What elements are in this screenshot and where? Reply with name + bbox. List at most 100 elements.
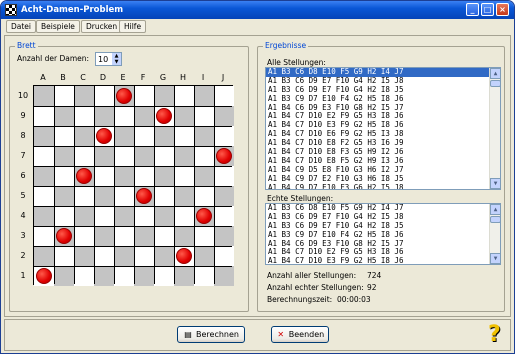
board-square[interactable] [114, 266, 134, 286]
board-square[interactable] [94, 226, 114, 246]
board-square[interactable] [94, 166, 114, 186]
board-square[interactable] [174, 146, 194, 166]
scroll-down-icon[interactable]: ▼ [490, 253, 500, 264]
board-square[interactable] [154, 206, 174, 226]
board-square[interactable] [74, 86, 94, 106]
board-square[interactable] [114, 106, 134, 126]
board-square[interactable] [134, 206, 154, 226]
queen-g9[interactable] [155, 107, 172, 124]
board-square[interactable] [154, 126, 174, 146]
title-bar[interactable]: Acht-Damen-Problem _ □ × [1, 1, 514, 19]
board-square[interactable] [34, 86, 54, 106]
board-square[interactable] [174, 126, 194, 146]
menu-drucken[interactable]: Drucken [81, 20, 123, 33]
board-square[interactable] [114, 146, 134, 166]
board-square[interactable] [54, 126, 74, 146]
board-square[interactable] [194, 126, 214, 146]
board-square[interactable] [114, 206, 134, 226]
board-square[interactable] [94, 266, 114, 286]
board-square[interactable] [94, 146, 114, 166]
scroll-thumb[interactable] [490, 80, 500, 87]
board-square[interactable] [74, 146, 94, 166]
board-square[interactable] [154, 226, 174, 246]
board-square[interactable] [134, 106, 154, 126]
board-square[interactable] [174, 206, 194, 226]
board-square[interactable] [74, 246, 94, 266]
minimize-button[interactable]: _ [466, 3, 479, 16]
board-square[interactable] [174, 86, 194, 106]
board-square[interactable] [34, 146, 54, 166]
menu-hilfe[interactable]: Hilfe [119, 20, 147, 33]
board-square[interactable] [174, 266, 194, 286]
board-square[interactable] [194, 166, 214, 186]
spinner-down-icon[interactable]: ▼ [112, 59, 121, 65]
board-square[interactable] [154, 266, 174, 286]
alle-stellungen-list[interactable]: A1 B3 C6 D8 E10 F5 G9 H2 I4 J7 A1 B3 C6 D… [265, 67, 501, 190]
board-square[interactable] [94, 246, 114, 266]
board-square[interactable] [154, 146, 174, 166]
queen-a1[interactable] [35, 267, 52, 284]
board-square[interactable] [34, 106, 54, 126]
board-square[interactable] [154, 166, 174, 186]
board-square[interactable] [174, 226, 194, 246]
board-square[interactable] [114, 226, 134, 246]
queen-i4[interactable] [195, 207, 212, 224]
board-square[interactable] [114, 166, 134, 186]
board-square[interactable] [54, 186, 74, 206]
board-square[interactable] [194, 86, 214, 106]
anzahl-damen-spinner[interactable]: 10 ▲ ▼ [95, 52, 122, 66]
board-square[interactable] [54, 206, 74, 226]
board-square[interactable] [114, 246, 134, 266]
board-square[interactable] [114, 126, 134, 146]
list-item[interactable]: A1 B4 C7 D10 E3 F9 G2 H5 I8 J6 [266, 256, 500, 264]
board-square[interactable] [174, 186, 194, 206]
board-square[interactable] [74, 226, 94, 246]
board-square[interactable] [34, 206, 54, 226]
board-square[interactable] [174, 106, 194, 126]
board-square[interactable] [134, 146, 154, 166]
queen-e10[interactable] [115, 87, 132, 104]
board-square[interactable] [134, 246, 154, 266]
board-square[interactable] [214, 266, 234, 286]
echte-stellungen-list[interactable]: A1 B3 C6 D8 E10 F5 G9 H2 I4 J7 A1 B3 C6 D… [265, 203, 501, 265]
board-square[interactable] [194, 266, 214, 286]
board-square[interactable] [74, 266, 94, 286]
close-window-button[interactable]: × [496, 3, 509, 16]
board-square[interactable] [34, 126, 54, 146]
board-square[interactable] [74, 206, 94, 226]
board-square[interactable] [54, 106, 74, 126]
board-square[interactable] [54, 246, 74, 266]
board-square[interactable] [34, 166, 54, 186]
board-square[interactable] [74, 126, 94, 146]
berechnen-button[interactable]: ▤ Berechnen [177, 326, 245, 343]
board-square[interactable] [94, 86, 114, 106]
board-square[interactable] [154, 86, 174, 106]
board-square[interactable] [194, 146, 214, 166]
queen-c6[interactable] [75, 167, 92, 184]
board-square[interactable] [134, 166, 154, 186]
board-square[interactable] [214, 246, 234, 266]
echte-scrollbar[interactable]: ▲ ▼ [489, 204, 500, 264]
list-item[interactable]: A1 B4 C9 D7 E10 F3 G6 H2 I5 J8 [266, 183, 500, 189]
board-square[interactable] [194, 106, 214, 126]
board-square[interactable] [34, 186, 54, 206]
queen-f5[interactable] [135, 187, 152, 204]
beenden-button[interactable]: ✕ Beenden [271, 326, 329, 343]
board-square[interactable] [94, 206, 114, 226]
board-square[interactable] [154, 246, 174, 266]
board-square[interactable] [134, 226, 154, 246]
board-square[interactable] [214, 106, 234, 126]
board-square[interactable] [174, 166, 194, 186]
board-square[interactable] [54, 166, 74, 186]
board-square[interactable] [154, 186, 174, 206]
board-square[interactable] [54, 266, 74, 286]
board-square[interactable] [194, 186, 214, 206]
scroll-thumb[interactable] [490, 216, 500, 223]
board-square[interactable] [134, 126, 154, 146]
board-square[interactable] [94, 186, 114, 206]
menu-beispiele[interactable]: Beispiele [36, 20, 80, 33]
board-square[interactable] [194, 226, 214, 246]
board-square[interactable] [214, 166, 234, 186]
board-square[interactable] [114, 186, 134, 206]
board-square[interactable] [94, 106, 114, 126]
